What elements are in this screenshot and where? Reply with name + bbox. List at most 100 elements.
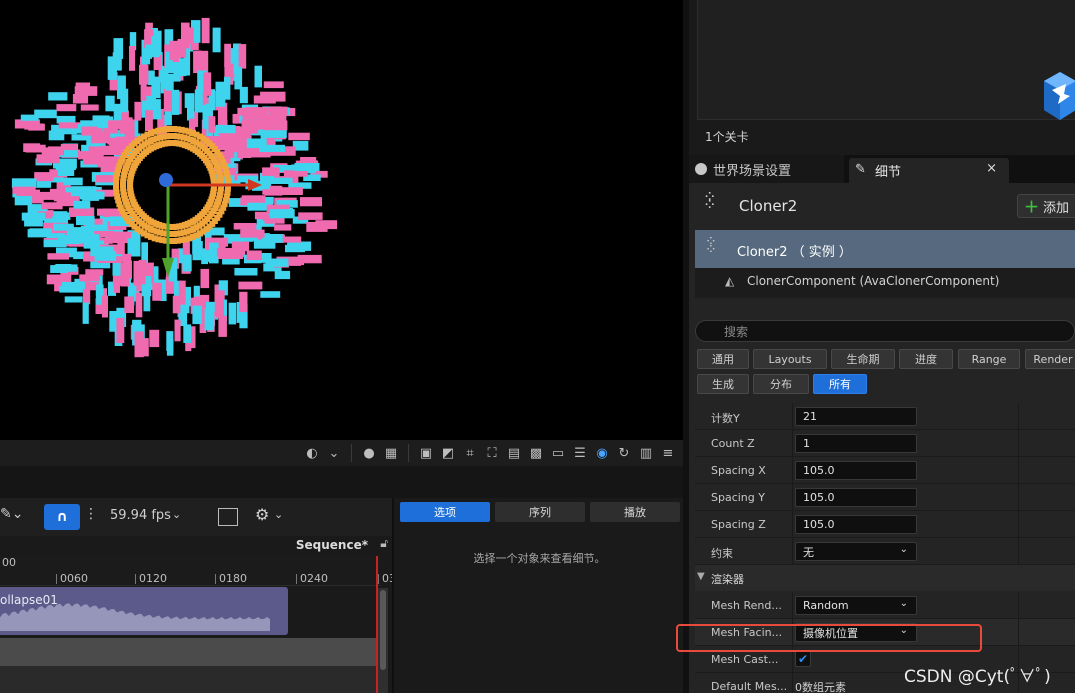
ruler-tick: [135, 574, 136, 584]
scrollbar-thumb[interactable]: [380, 590, 386, 670]
cloner-block: [183, 324, 192, 343]
curve-editor-icon[interactable]: [218, 508, 238, 526]
filter-icon[interactable]: ☰: [571, 444, 589, 462]
count-y-field[interactable]: 21: [795, 407, 917, 426]
filter-render[interactable]: Render: [1025, 349, 1075, 369]
rgb-icon[interactable]: ◩: [439, 444, 457, 462]
gamepad-icon[interactable]: ⌗: [461, 444, 479, 462]
filter-all[interactable]: 所有: [813, 374, 867, 394]
cloner-block: [77, 151, 104, 160]
cloner-block: [284, 236, 302, 243]
close-icon[interactable]: ×: [986, 161, 997, 176]
cloner-block: [56, 104, 77, 112]
more-options-icon[interactable]: ⋮: [84, 506, 98, 522]
property-label: Spacing Z: [711, 518, 766, 531]
filter-range[interactable]: Range: [958, 349, 1020, 369]
component-row-cloner[interactable]: ClonerComponent (AvaClonerComponent): [747, 274, 999, 288]
filter-lifetime[interactable]: 生命期: [831, 349, 895, 369]
column-divider: [792, 430, 793, 457]
chevron-down-icon[interactable]: ⌄: [172, 508, 181, 521]
frame-select-icon[interactable]: ▭: [549, 444, 567, 462]
property-row: Count Z 1: [695, 430, 1075, 457]
chevron-down-icon[interactable]: ⌄: [274, 508, 283, 521]
tab-options[interactable]: 选项: [400, 502, 490, 522]
shading-mode-icon[interactable]: ◐: [303, 444, 321, 462]
outliner-list[interactable]: [697, 0, 1075, 120]
frame-icon[interactable]: ⛶: [483, 444, 501, 462]
category-label: 渲染器: [711, 573, 744, 586]
tab-world-settings[interactable]: 世界场景设置: [689, 155, 844, 183]
component-row-instance[interactable]: ⁘ ⁘ Cloner2 （ 实例 ）: [695, 230, 1075, 268]
add-component-button[interactable]: ＋ 添加: [1017, 194, 1075, 218]
spacing-y-field[interactable]: 105.0: [795, 488, 917, 507]
snap-icon[interactable]: ▩: [527, 444, 545, 462]
filter-distribution[interactable]: 分布: [753, 374, 809, 394]
viewport-toolbar: ◐ ⌄ ● ▦ ▣ ◩ ⌗ ⛶ ▤ ▩ ▭ ☰ ◉ ↻ ▥ ≡: [0, 440, 683, 466]
gear-icon[interactable]: ⚙: [255, 505, 269, 524]
tab-label: 世界场景设置: [713, 163, 792, 179]
pencil-icon[interactable]: ✎⌄: [0, 506, 23, 522]
filter-spawn[interactable]: 生成: [697, 374, 749, 394]
cloner-block: [215, 81, 226, 107]
mesh-render-mode-select[interactable]: Random ⌄: [795, 596, 917, 615]
category-header-renderer[interactable]: ▼ 渲染器: [695, 565, 1075, 591]
cloner-block: [238, 44, 247, 69]
column-divider: [1018, 511, 1019, 538]
panel-divider: [0, 466, 683, 498]
level-count: 1个关卡: [705, 130, 749, 144]
cloner-block: [200, 268, 210, 289]
filter-progress[interactable]: 进度: [899, 349, 953, 369]
filter-general[interactable]: 通用: [697, 349, 749, 369]
cloner-block: [11, 178, 37, 189]
empty-selection-message: 选择一个对象来查看细节。: [473, 552, 606, 565]
panel-layout-icon[interactable]: ▥: [637, 444, 655, 462]
details-search-input[interactable]: 搜索: [695, 320, 1075, 342]
track-row[interactable]: [0, 638, 378, 666]
cloner-block: [186, 27, 194, 44]
cloner-block: [29, 228, 52, 236]
cloner-block: [116, 317, 125, 343]
snap-magnet-button[interactable]: ∩: [44, 504, 80, 530]
cloner-block: [12, 186, 36, 194]
mesh-cast-shadows-checkbox[interactable]: ✔: [795, 651, 811, 667]
cloner-block: [212, 27, 221, 53]
property-row: Mesh Rend... Random ⌄: [695, 592, 1075, 619]
ruler-label: 0240: [300, 572, 328, 585]
eye-icon[interactable]: ◉: [593, 444, 611, 462]
property-label: 约束: [711, 547, 733, 560]
track-row[interactable]: [0, 666, 378, 693]
cloner-block: [218, 315, 227, 337]
cloner-block: [166, 338, 174, 356]
column-divider: [1018, 619, 1019, 646]
constraint-select[interactable]: 无 ⌄: [795, 542, 917, 561]
cloner-block: [165, 73, 174, 91]
column-divider: [1018, 538, 1019, 565]
count-z-field[interactable]: 1: [795, 434, 917, 453]
cloner-block: [269, 177, 293, 184]
timeline-ruler[interactable]: 00 0060 0120 0180 0240 03: [0, 556, 396, 586]
tab-sequence[interactable]: 序列: [495, 502, 585, 522]
fps-selector[interactable]: 59.94 fps: [110, 508, 171, 523]
playhead[interactable]: [376, 556, 378, 693]
grid-icon[interactable]: ▤: [505, 444, 523, 462]
settings-list-icon[interactable]: ≡: [659, 444, 677, 462]
cloner-block: [85, 224, 105, 232]
column-divider: [1018, 592, 1019, 619]
color-wheel-icon[interactable]: ●: [360, 444, 378, 462]
column-divider: [792, 403, 793, 430]
spacing-z-field[interactable]: 105.0: [795, 515, 917, 534]
spacing-x-field[interactable]: 105.0: [795, 461, 917, 480]
chevron-down-icon[interactable]: ⌄: [325, 444, 343, 462]
level-viewport[interactable]: [0, 0, 683, 440]
audio-track-section[interactable]: ollapse01: [0, 587, 288, 635]
cloner-block: [34, 172, 54, 182]
image-icon[interactable]: ▣: [417, 444, 435, 462]
cloner-block: [74, 86, 98, 96]
details-panel: ⁘ ⁘ Cloner2 ＋ 添加 ⁘ ⁘ Cloner2 （ 实例 ） ◭ Clon…: [689, 183, 1075, 693]
tab-details[interactable]: ✎ 细节 ×: [849, 158, 1009, 183]
filter-layouts[interactable]: Layouts: [753, 349, 827, 369]
lock-icon[interactable]: 🔓︎: [380, 536, 388, 551]
tab-playback[interactable]: 播放: [590, 502, 680, 522]
reset-icon[interactable]: ↻: [615, 444, 633, 462]
layout-icon[interactable]: ▦: [382, 444, 400, 462]
